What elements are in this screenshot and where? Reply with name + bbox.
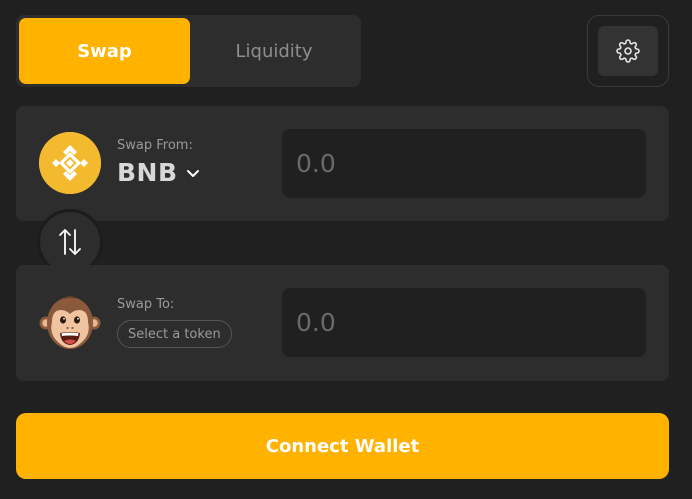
tab-swap[interactable]: Swap [19, 18, 190, 84]
to-amount-input[interactable] [282, 288, 646, 357]
bnb-logo-icon [39, 132, 101, 194]
swap-to-label: Swap To: [117, 297, 175, 312]
connect-wallet-button[interactable]: Connect Wallet [16, 413, 669, 479]
swap-from-card: Swap From: BNB [16, 106, 669, 221]
swap-widget: Swap Liquidity Swap From: BNB 0.0 Swap T… [0, 0, 692, 499]
swap-arrows-icon [59, 229, 81, 255]
swap-liquidity-tabs: Swap Liquidity [16, 15, 361, 87]
tab-liquidity[interactable]: Liquidity [190, 18, 358, 84]
from-token-symbol: BNB [117, 158, 178, 187]
from-amount-input[interactable] [282, 129, 646, 198]
settings-container [587, 15, 669, 87]
settings-button[interactable] [598, 26, 658, 76]
swap-to-card: Swap To: Select a token [16, 265, 669, 381]
monkey-face-icon [39, 292, 101, 354]
select-token-button[interactable]: Select a token [117, 320, 232, 348]
gear-icon [616, 39, 640, 63]
chevron-down-icon [186, 169, 199, 177]
from-token-selector[interactable]: BNB [117, 158, 200, 187]
swap-from-label: Swap From: [117, 138, 193, 153]
